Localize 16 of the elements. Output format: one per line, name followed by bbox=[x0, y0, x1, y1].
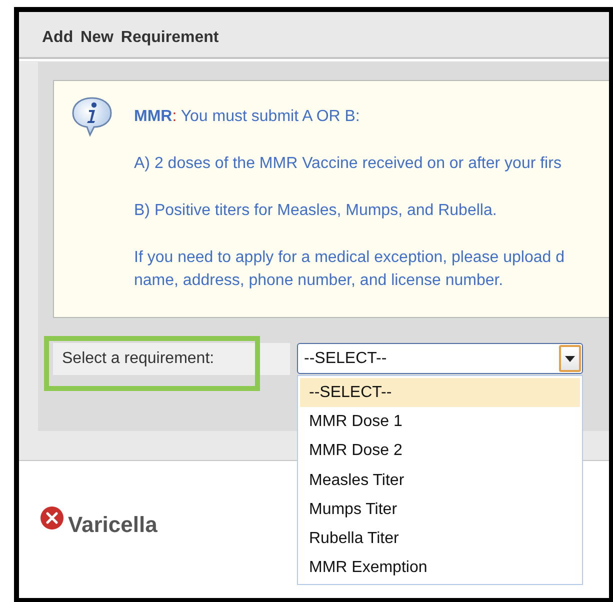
dropdown-option[interactable]: Measles Titer bbox=[300, 466, 580, 495]
dropdown-option[interactable]: MMR Dose 1 bbox=[300, 407, 580, 436]
dropdown-option[interactable]: Mumps Titer bbox=[300, 494, 580, 524]
dropdown-option[interactable]: MMR Exemption bbox=[300, 553, 580, 582]
dropdown-option[interactable]: Rubella Titer bbox=[300, 524, 580, 554]
info-icon bbox=[71, 95, 113, 137]
info-paragraph: B) Positive titers for Measles, Mumps, and Rubella. bbox=[134, 201, 498, 221]
info-paragraph: If you need to apply for a medical exception, please upload d name, address, phone number, and license number. bbox=[134, 248, 565, 291]
requirement-name: Varicella bbox=[68, 512, 158, 538]
info-paragraph: A) 2 doses of the MMR Vaccine received on or after your firs bbox=[134, 154, 562, 174]
field-label: Select a requirement: bbox=[53, 343, 290, 375]
dialog-title: Add New Requirement bbox=[42, 28, 219, 46]
requirement-select[interactable]: --SELECT-- bbox=[297, 343, 583, 374]
dropdown-option[interactable]: MMR Dose 2 bbox=[300, 436, 580, 466]
info-heading: MMR: You must submit A OR B: bbox=[134, 107, 361, 127]
dropdown-option[interactable]: --SELECT-- bbox=[300, 378, 580, 408]
